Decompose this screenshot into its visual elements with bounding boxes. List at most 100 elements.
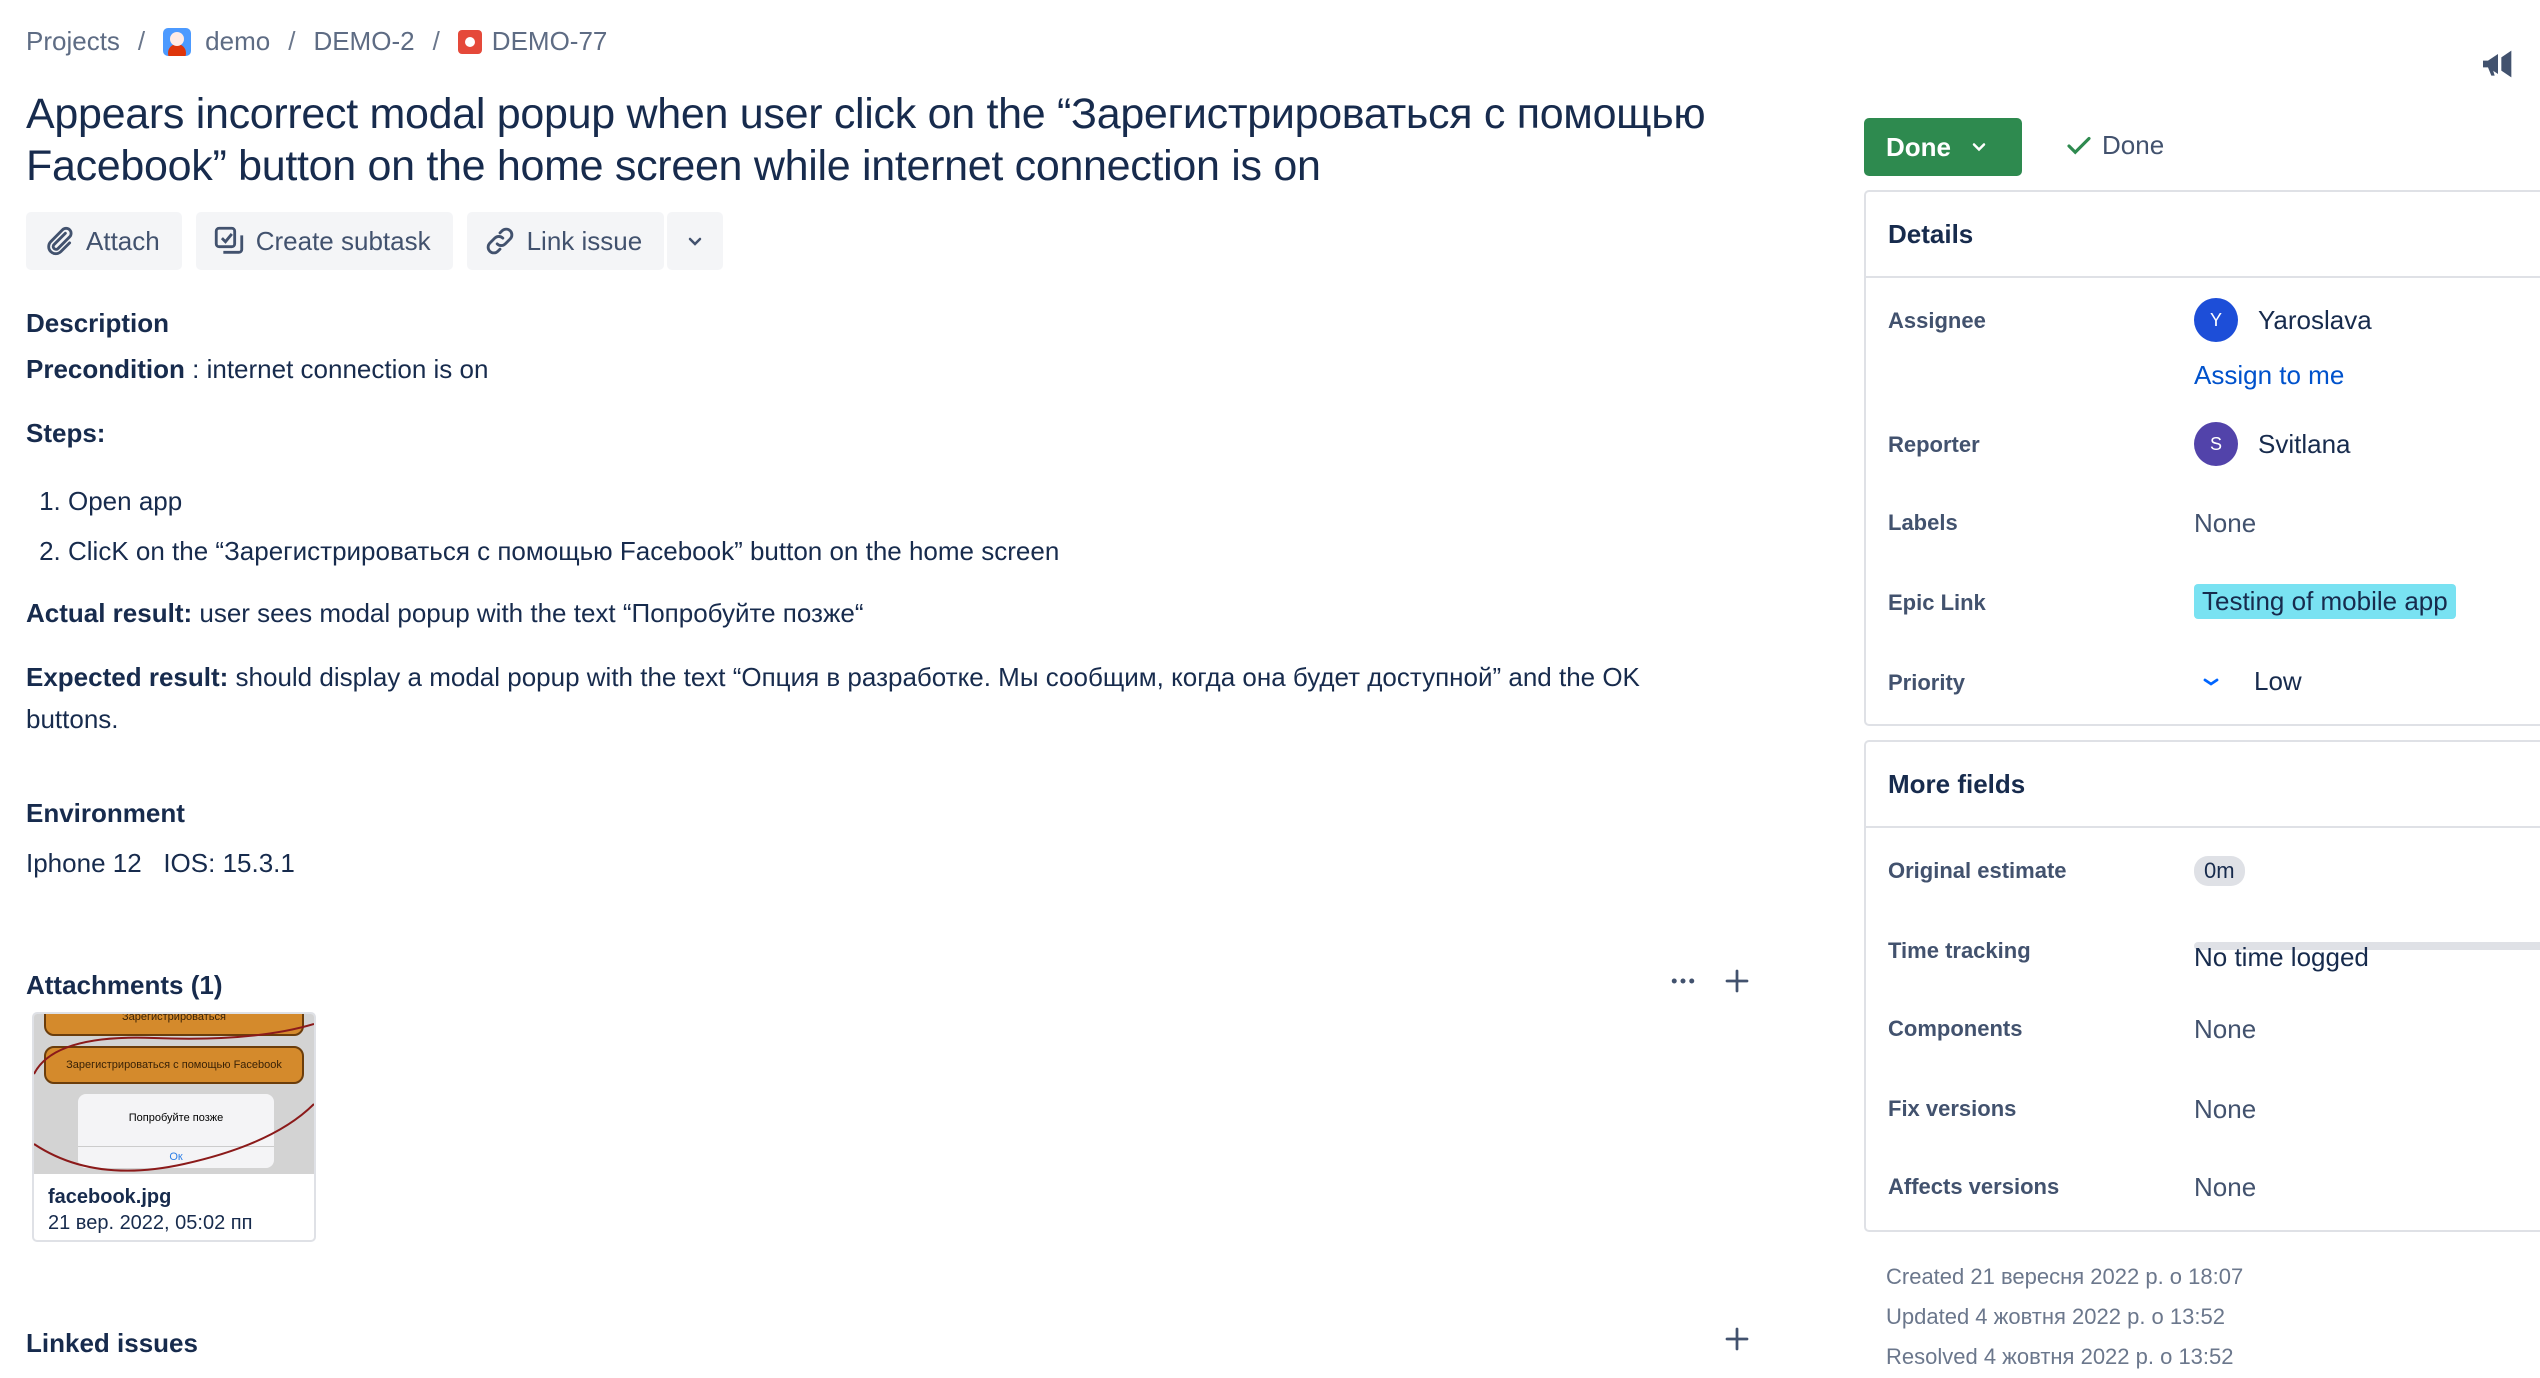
steps-heading: Steps: — [26, 412, 105, 454]
breadcrumb-project[interactable]: demo — [163, 26, 270, 57]
estimate-lozenge: 0m — [2194, 856, 2245, 886]
plus-icon — [1725, 969, 1749, 993]
affects-versions-value[interactable]: None — [2194, 1172, 2256, 1203]
components-label: Components — [1888, 1016, 2023, 1041]
components-value[interactable]: None — [2194, 1014, 2256, 1045]
labels-value[interactable]: None — [2194, 508, 2256, 539]
resolution-label: Done — [2102, 130, 2165, 160]
steps-label: Steps: — [26, 418, 106, 448]
megaphone-icon[interactable] — [2478, 44, 2518, 84]
avatar: Y — [2194, 298, 2238, 342]
created-timestamp: Created 21 вересня 2022 р. о 18:07 — [1886, 1264, 2244, 1289]
list-item: ClicK on the “Зарегистрироваться с помощ… — [68, 526, 1059, 576]
status-label: Done — [1886, 131, 1951, 162]
breadcrumb-separator: / — [288, 26, 296, 56]
attachment-thumbnail: Зарегистрироваться Зарегистрироваться с … — [34, 1014, 314, 1174]
reporter-name: Svitlana — [2258, 428, 2351, 459]
environment-heading: Environment — [26, 798, 185, 828]
assignee-name: Yaroslava — [2258, 304, 2372, 335]
add-linked-issue-button[interactable] — [1722, 1324, 1752, 1354]
list-item: Open app — [68, 476, 1059, 526]
avatar: S — [2194, 422, 2238, 466]
attachment-filename: facebook.jpg — [48, 1186, 172, 1208]
attachments-heading: Attachments (1) — [26, 970, 223, 1000]
assign-to-me-link[interactable]: Assign to me — [2194, 360, 2344, 391]
actual-result: Actual result: user sees modal popup wit… — [26, 592, 863, 634]
paperclip-icon — [47, 226, 73, 256]
expected-result: Expected result: should display a modal … — [26, 656, 1640, 740]
environment-text[interactable]: Iphone 12 IOS: 15.3.1 — [26, 842, 295, 884]
more-actions-dropdown[interactable] — [667, 212, 724, 270]
breadcrumb: Projects / demo / DEMO-2 / DEMO-77 — [26, 26, 607, 57]
attachment-card[interactable]: Зарегистрироваться Зарегистрироваться с … — [32, 1012, 316, 1242]
priority-low-icon — [2203, 678, 2219, 686]
subtask-icon — [214, 226, 243, 254]
status-dropdown-button[interactable]: Done — [1864, 118, 2022, 176]
precondition-label: Precondition — [26, 354, 185, 384]
steps-list: Open app ClicK on the “Зарегистрироватьс… — [68, 476, 1059, 576]
assignee-label: Assignee — [1888, 308, 1986, 333]
original-estimate-label: Original estimate — [1888, 858, 2067, 883]
description-precondition[interactable]: Precondition : internet connection is on — [26, 348, 488, 390]
precondition-text: : internet connection is on — [184, 354, 489, 384]
priority-value[interactable]: Low — [2194, 666, 2302, 697]
link-issue-button-label: Link issue — [526, 225, 643, 256]
issue-actions-toolbar: Attach Create subtask Link issue — [26, 212, 724, 270]
original-estimate-value[interactable]: 0m — [2194, 856, 2245, 886]
add-attachment-button[interactable] — [1722, 966, 1752, 996]
attachment-date: 21 вер. 2022, 05:02 пп — [48, 1212, 253, 1234]
epic-lozenge: Testing of mobile app — [2194, 584, 2456, 619]
plus-icon — [1725, 1327, 1749, 1351]
breadcrumb-separator: / — [137, 26, 146, 56]
link-issue-button[interactable]: Link issue — [466, 212, 665, 270]
time-tracking-value[interactable]: No time logged — [2194, 942, 2369, 973]
more-icon — [1671, 978, 1695, 984]
details-heading[interactable]: Details — [1866, 192, 2540, 278]
resolved-timestamp: Resolved 4 жовтня 2022 р. о 13:52 — [1886, 1344, 2234, 1369]
attach-button-label: Attach — [86, 225, 160, 256]
updated-timestamp: Updated 4 жовтня 2022 р. о 13:52 — [1886, 1304, 2225, 1329]
assignee-value[interactable]: Y Yaroslava — [2194, 298, 2372, 342]
labels-label: Labels — [1888, 510, 1958, 535]
resolution-status: Done — [2064, 130, 2164, 161]
attachments-more-button[interactable] — [1668, 966, 1698, 996]
breadcrumb-parent-issue[interactable]: DEMO-2 — [313, 26, 414, 57]
chevron-down-icon — [1972, 143, 1986, 152]
epic-link-label: Epic Link — [1888, 590, 1986, 615]
reporter-value[interactable]: S Svitlana — [2194, 422, 2351, 466]
details-panel: Details Assignee Y Yaroslava Assign to m… — [1864, 190, 2540, 726]
affects-versions-label: Affects versions — [1888, 1174, 2060, 1199]
check-icon — [2067, 136, 2091, 154]
create-subtask-button-label: Create subtask — [255, 225, 431, 256]
breadcrumb-separator: / — [432, 26, 440, 56]
reporter-label: Reporter — [1888, 432, 1980, 457]
linked-issues-heading: Linked issues — [26, 1328, 198, 1358]
expected-result-text-cont: buttons. — [26, 704, 119, 734]
priority-name: Low — [2254, 666, 2302, 696]
breadcrumb-issue[interactable]: DEMO-77 — [457, 26, 608, 57]
project-avatar-icon — [163, 27, 192, 56]
breadcrumb-projects[interactable]: Projects — [26, 26, 120, 57]
breadcrumb-issue-key: DEMO-77 — [491, 26, 608, 56]
create-subtask-button[interactable]: Create subtask — [195, 212, 453, 270]
chevron-down-icon — [688, 237, 702, 246]
fix-versions-value[interactable]: None — [2194, 1094, 2256, 1125]
breadcrumb-project-label: demo — [205, 26, 271, 56]
more-fields-panel: More fields Original estimate 0m Time tr… — [1864, 740, 2540, 1232]
description-heading: Description — [26, 308, 170, 338]
attach-button[interactable]: Attach — [26, 212, 182, 270]
priority-label: Priority — [1888, 670, 1966, 695]
expected-result-label: Expected result: — [26, 662, 229, 692]
link-icon — [486, 227, 513, 255]
fix-versions-label: Fix versions — [1888, 1096, 2017, 1121]
epic-link-value[interactable]: Testing of mobile app — [2194, 584, 2456, 619]
issue-title[interactable]: Appears incorrect modal popup when user … — [26, 88, 1766, 192]
link-issue-button-group: Link issue — [466, 212, 724, 270]
thumb-annotation-stroke — [34, 1023, 314, 1172]
actual-result-text: user sees modal popup with the text “Поп… — [192, 598, 864, 628]
time-tracking-label: Time tracking — [1888, 938, 2031, 963]
actual-result-label: Actual result: — [26, 598, 193, 628]
bug-icon — [457, 29, 482, 54]
expected-result-text: should display a modal popup with the te… — [228, 662, 1640, 692]
more-fields-heading[interactable]: More fields — [1866, 742, 2540, 828]
